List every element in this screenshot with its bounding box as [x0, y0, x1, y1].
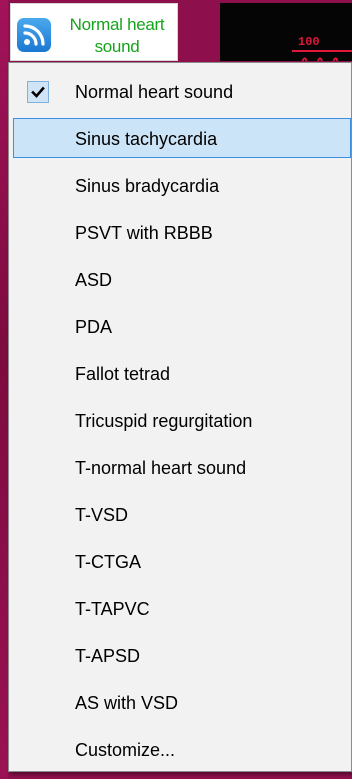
- menu-item-label: PDA: [75, 317, 113, 337]
- menu-item-label: AS with VSD: [75, 693, 179, 713]
- menu-item-t-vsd[interactable]: T-VSD: [13, 494, 351, 534]
- heart-sound-dropdown-menu: Normal heart sound Sinus tachycardia Sinus…: [8, 62, 352, 772]
- menu-item-fallot-tetrad[interactable]: Fallot tetrad: [13, 353, 351, 393]
- menu-item-label: T-normal heart sound: [75, 458, 247, 478]
- heart-sound-button-label: Normal heart sound: [69, 15, 165, 56]
- menu-item-sinus-tachycardia[interactable]: Sinus tachycardia: [13, 118, 351, 158]
- menu-item-label: Tricuspid regurgitation: [75, 411, 253, 431]
- menu-item-t-normal-heart-sound[interactable]: T-normal heart sound: [13, 447, 351, 487]
- menu-item-label: T-VSD: [75, 505, 129, 525]
- monitor-waveform: ∿∿∿: [300, 55, 346, 61]
- monitor-panel: 100 ∿∿∿: [220, 3, 352, 61]
- rss-feed-icon: [17, 18, 51, 52]
- menu-item-pda[interactable]: PDA: [13, 306, 351, 346]
- menu-item-label: Fallot tetrad: [75, 364, 171, 384]
- menu-item-label: Sinus bradycardia: [75, 176, 220, 196]
- app-background-strip: [0, 0, 8, 779]
- menu-item-sinus-bradycardia[interactable]: Sinus bradycardia: [13, 165, 351, 205]
- menu-item-t-apsd[interactable]: T-APSD: [13, 635, 351, 675]
- menu-item-tricuspid-regurgitation[interactable]: Tricuspid regurgitation: [13, 400, 351, 440]
- heart-sound-button[interactable]: Normal heart sound: [10, 3, 178, 61]
- menu-item-label: T-APSD: [75, 646, 141, 666]
- menu-item-label: Normal heart sound: [75, 82, 234, 102]
- menu-item-label: T-CTGA: [75, 552, 141, 572]
- menu-item-t-tapvc[interactable]: T-TAPVC: [13, 588, 351, 628]
- menu-item-label: T-TAPVC: [75, 599, 150, 619]
- menu-item-normal-heart-sound[interactable]: Normal heart sound: [13, 71, 351, 111]
- menu-item-label: Sinus tachycardia: [75, 129, 218, 149]
- menu-item-asd[interactable]: ASD: [13, 259, 351, 299]
- menu-item-label: Customize...: [75, 740, 176, 760]
- checkmark-icon: [27, 81, 49, 103]
- menu-item-label: PSVT with RBBB: [75, 223, 213, 243]
- monitor-scale-value: 100: [298, 35, 320, 49]
- menu-item-psvt-with-rbbb[interactable]: PSVT with RBBB: [13, 212, 351, 252]
- menu-item-t-ctga[interactable]: T-CTGA: [13, 541, 351, 581]
- monitor-scale-line: [292, 50, 352, 52]
- menu-item-label: ASD: [75, 270, 113, 290]
- menu-item-customize[interactable]: Customize...: [13, 729, 351, 769]
- menu-item-as-with-vsd[interactable]: AS with VSD: [13, 682, 351, 722]
